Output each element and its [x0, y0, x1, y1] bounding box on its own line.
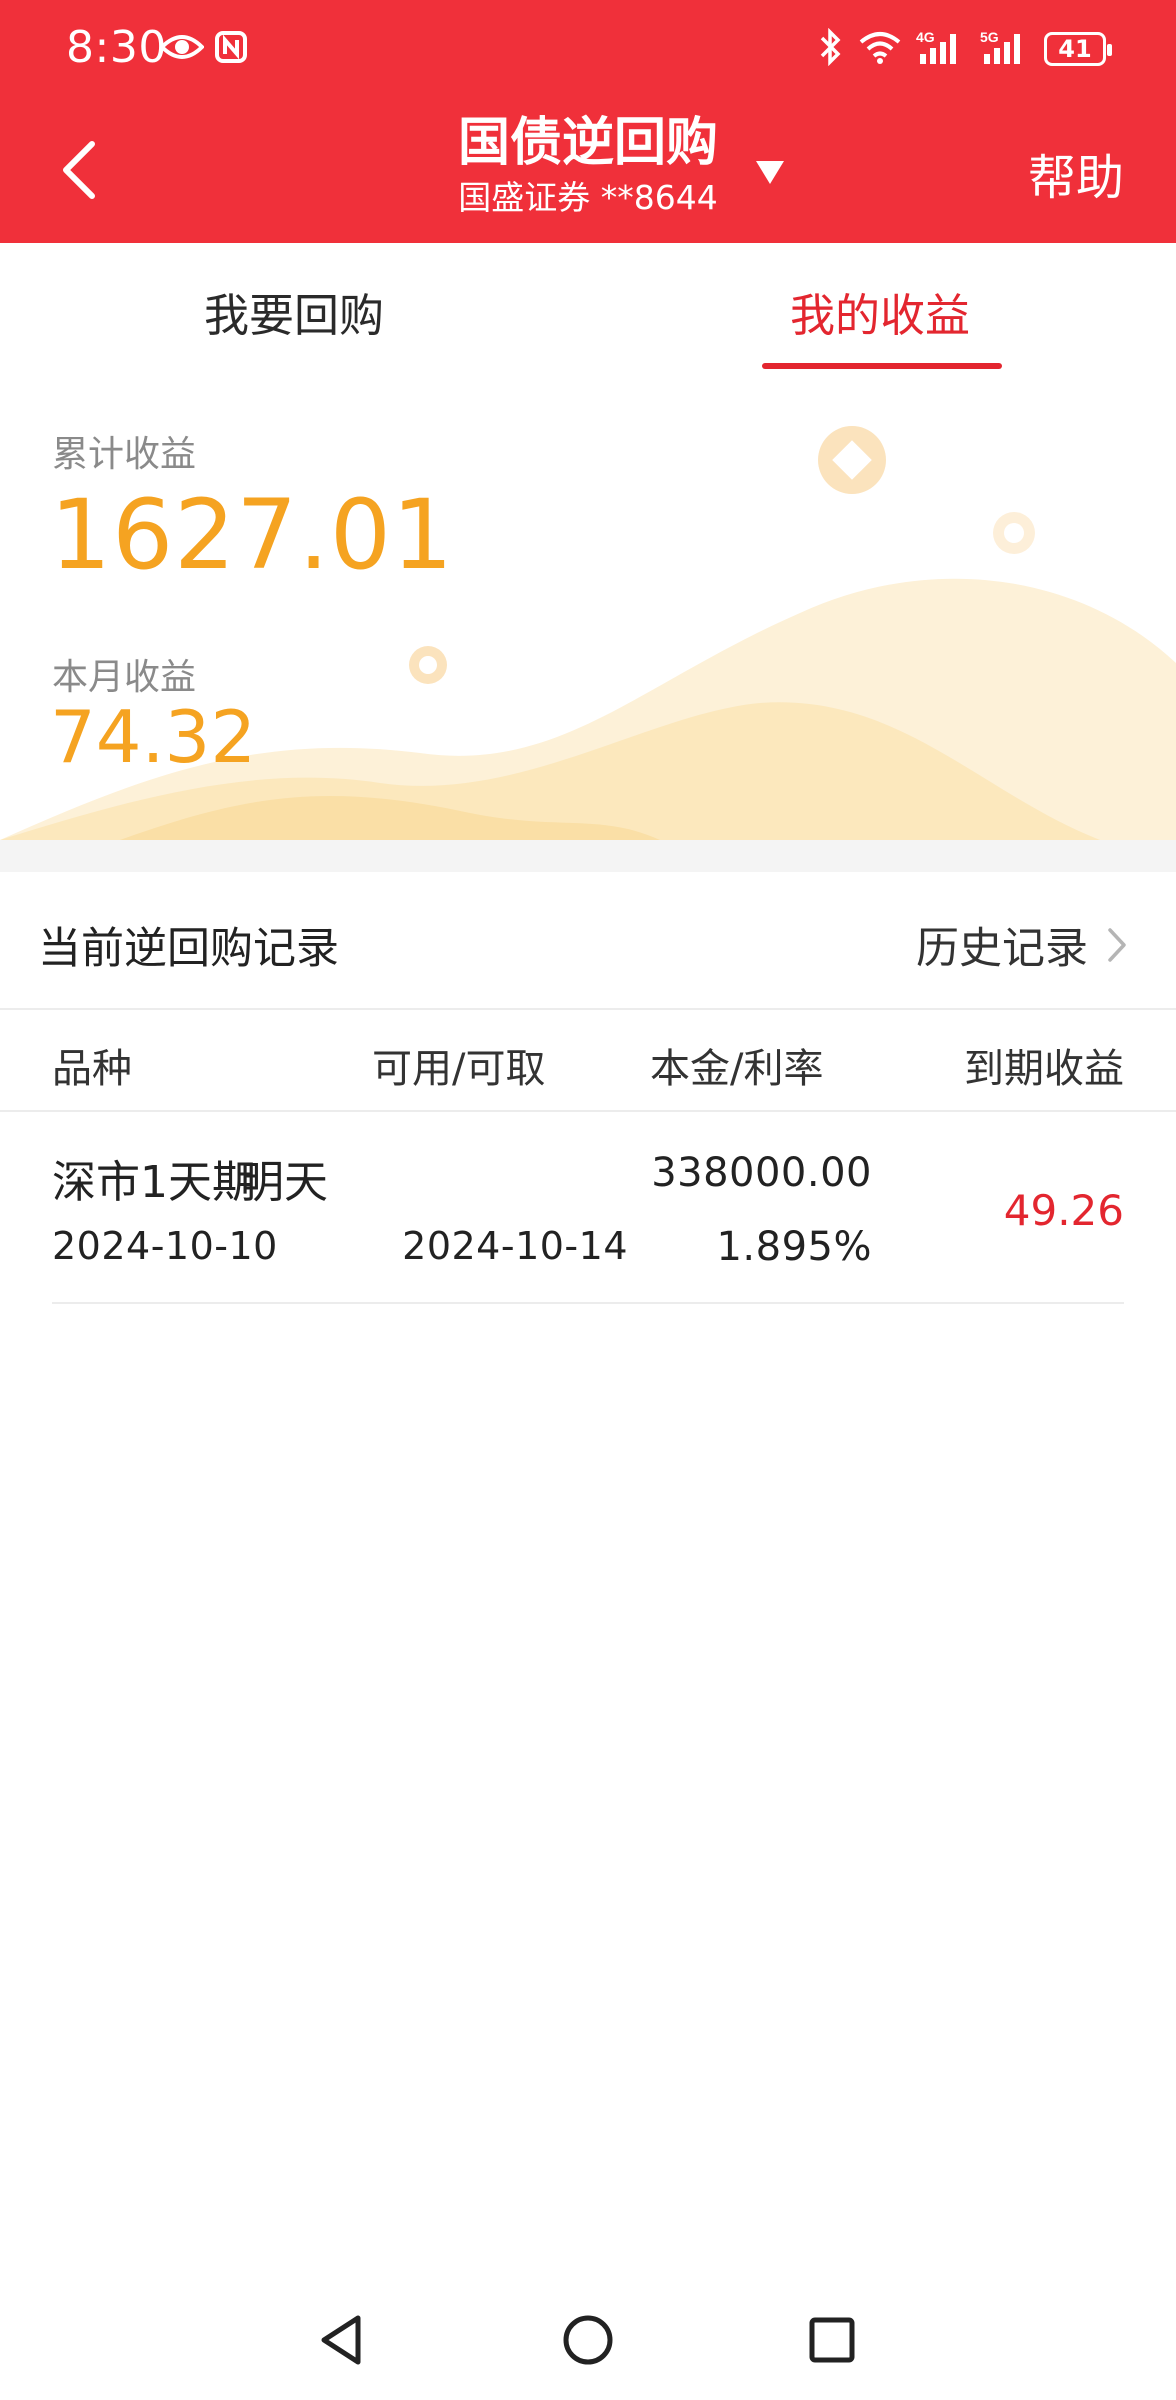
record-available-date: 2024-10-14	[402, 1224, 628, 1268]
bluetooth-icon	[818, 27, 844, 70]
page-title: 国债逆回购	[457, 113, 718, 173]
wifi-icon	[858, 30, 902, 68]
title-block[interactable]: 国债逆回购 国盛证券 **8644	[0, 110, 1176, 218]
section-divider	[0, 840, 1176, 872]
tab-my-income[interactable]: 我的收益	[790, 279, 970, 344]
total-income-value: 1627.01	[50, 479, 454, 591]
status-left-icons	[159, 30, 248, 68]
table-row[interactable]: 深市1天期 2024-10-10 明天 2024-10-14 338000.00…	[52, 1112, 1124, 1304]
record-principal: 338000.00	[651, 1150, 872, 1196]
column-variety: 品种	[52, 1046, 132, 1092]
nav-bar: 国债逆回购 国盛证券 **8644 帮助	[0, 100, 1176, 243]
nfc-icon	[214, 30, 248, 68]
system-recents-button[interactable]	[802, 2310, 862, 2370]
status-bar: 8:30 4G 5G 41	[0, 0, 1176, 100]
battery-icon: 41	[1044, 32, 1112, 66]
tab-buy-repo[interactable]: 我要回购	[204, 279, 384, 344]
app-header: 8:30 4G 5G 41 国债逆回购 国盛证券 **8644 帮助	[0, 0, 1176, 243]
system-back-button[interactable]	[312, 2310, 372, 2370]
column-principal-rate: 本金/利率	[650, 1046, 824, 1092]
total-income-label: 累计收益	[52, 434, 197, 475]
eye-icon	[159, 32, 205, 66]
help-button[interactable]: 帮助	[1028, 138, 1124, 208]
records-title: 当前逆回购记录	[38, 924, 339, 974]
month-income-label: 本月收益	[52, 657, 197, 698]
status-right-icons: 4G 5G 41	[818, 27, 1112, 70]
triangle-back-icon	[321, 2315, 361, 2365]
tab-bar: 我要回购 我的收益	[0, 243, 1176, 373]
column-maturity-income: 到期收益	[964, 1046, 1124, 1092]
record-available: 明天	[240, 1157, 328, 1208]
history-records-label: 历史记录	[916, 924, 1088, 974]
record-name: 深市1天期	[52, 1157, 256, 1208]
account-subtitle: 国盛证券 **8644	[458, 178, 718, 217]
active-tab-indicator	[762, 363, 1002, 369]
month-income-value: 74.32	[50, 695, 257, 779]
record-maturity-income: 49.26	[1003, 1186, 1124, 1235]
income-summary: 累计收益 1627.01 本月收益 74.32	[0, 373, 1176, 840]
signal-4g-icon: 4G	[916, 28, 966, 70]
signal-4g-label: 4G	[916, 29, 935, 45]
battery-level: 41	[1058, 35, 1092, 63]
coin-decoration	[818, 426, 886, 494]
column-available: 可用/可取	[372, 1046, 546, 1092]
record-rate: 1.895%	[716, 1224, 872, 1270]
square-recents-icon	[809, 2317, 855, 2363]
records-column-header: 品种 可用/可取 本金/利率 到期收益	[0, 1010, 1176, 1112]
system-navigation-bar	[0, 2290, 1176, 2390]
status-time: 8:30	[66, 22, 167, 73]
account-dropdown-button[interactable]	[754, 158, 786, 186]
chevron-right-icon	[1108, 928, 1126, 962]
system-home-button[interactable]	[558, 2310, 618, 2370]
record-date: 2024-10-10	[52, 1224, 278, 1268]
history-records-link[interactable]: 历史记录	[916, 914, 1128, 976]
circle-home-icon	[563, 2315, 613, 2365]
records-section-header: 当前逆回购记录 历史记录	[0, 872, 1176, 1010]
signal-5g-label: 5G	[980, 29, 999, 45]
triangle-down-icon	[756, 161, 784, 184]
signal-5g-icon: 5G	[980, 28, 1030, 70]
